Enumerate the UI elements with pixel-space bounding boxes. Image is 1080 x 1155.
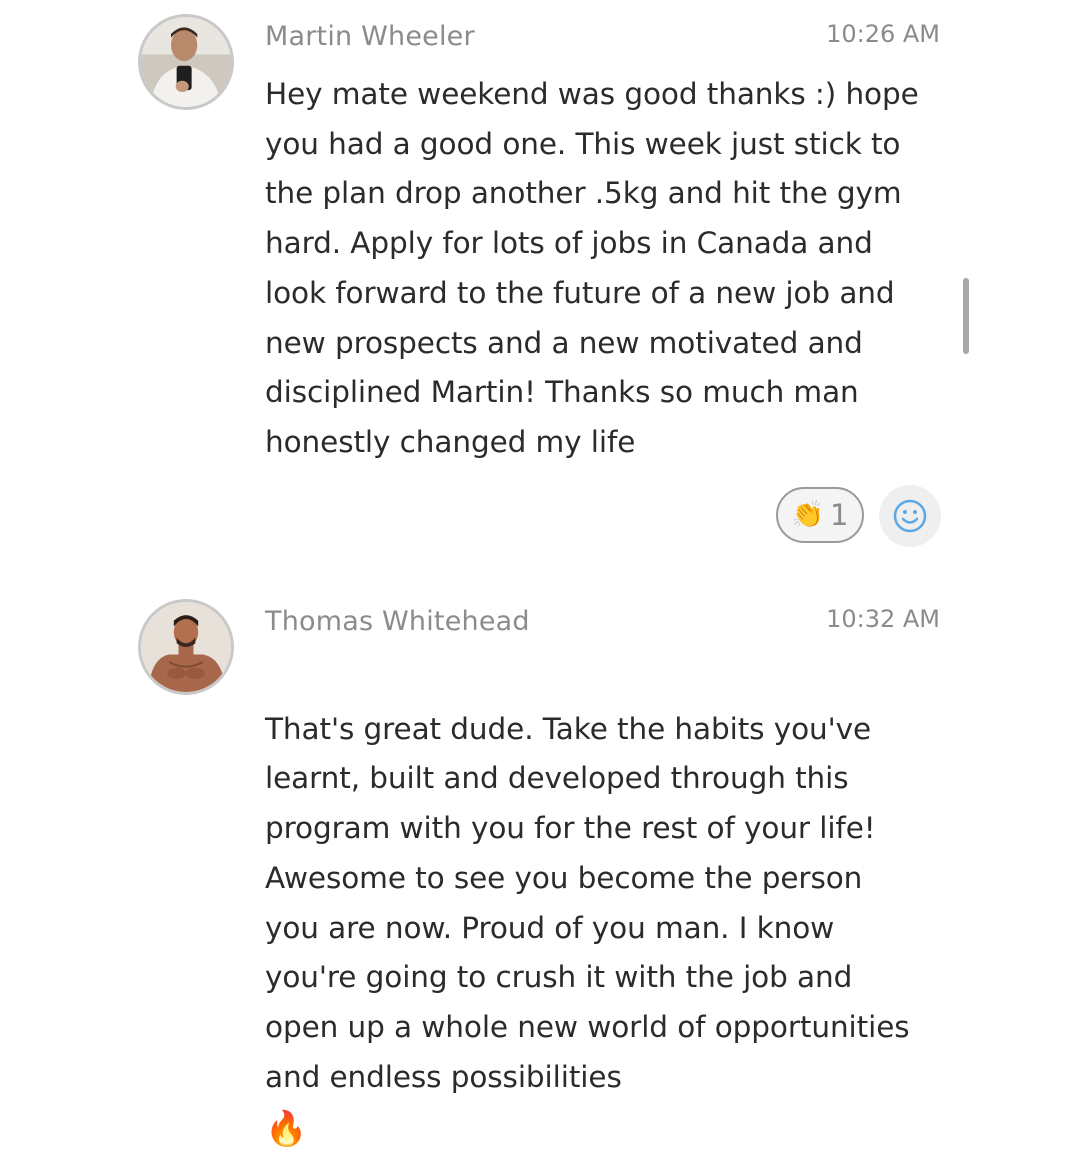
reaction-clap-button[interactable]: 👏 1 bbox=[776, 487, 864, 543]
reaction-count: 1 bbox=[829, 498, 849, 532]
message-timestamp: 10:26 AM bbox=[826, 20, 940, 48]
message-text: Hey mate weekend was good thanks :) hope… bbox=[265, 77, 919, 459]
message-thomas: Thomas Whitehead 10:32 AM That's great d… bbox=[0, 585, 1080, 1149]
reaction-bar: 👏 1 bbox=[0, 485, 1080, 549]
avatar[interactable] bbox=[138, 599, 234, 695]
scrollbar-thumb[interactable] bbox=[963, 278, 969, 354]
user-avatar-icon bbox=[141, 602, 231, 692]
user-avatar-icon bbox=[141, 17, 231, 107]
add-reaction-button[interactable] bbox=[879, 485, 941, 547]
fire-icon: 🔥 bbox=[265, 1109, 308, 1150]
sender-name: Martin Wheeler bbox=[265, 21, 475, 52]
avatar[interactable] bbox=[138, 14, 234, 110]
message-timestamp: 10:32 AM bbox=[826, 605, 940, 633]
message-text-content: That's great dude. Take the habits you'v… bbox=[265, 711, 910, 1094]
message-martin: Martin Wheeler 10:26 AM Hey mate weekend… bbox=[0, 0, 1080, 560]
message-text: That's great dude. Take the habits you'v… bbox=[265, 655, 955, 1155]
sender-name: Thomas Whitehead bbox=[265, 606, 530, 637]
smiley-add-reaction-icon bbox=[893, 499, 927, 533]
clapping-hands-icon: 👏 bbox=[791, 500, 824, 530]
